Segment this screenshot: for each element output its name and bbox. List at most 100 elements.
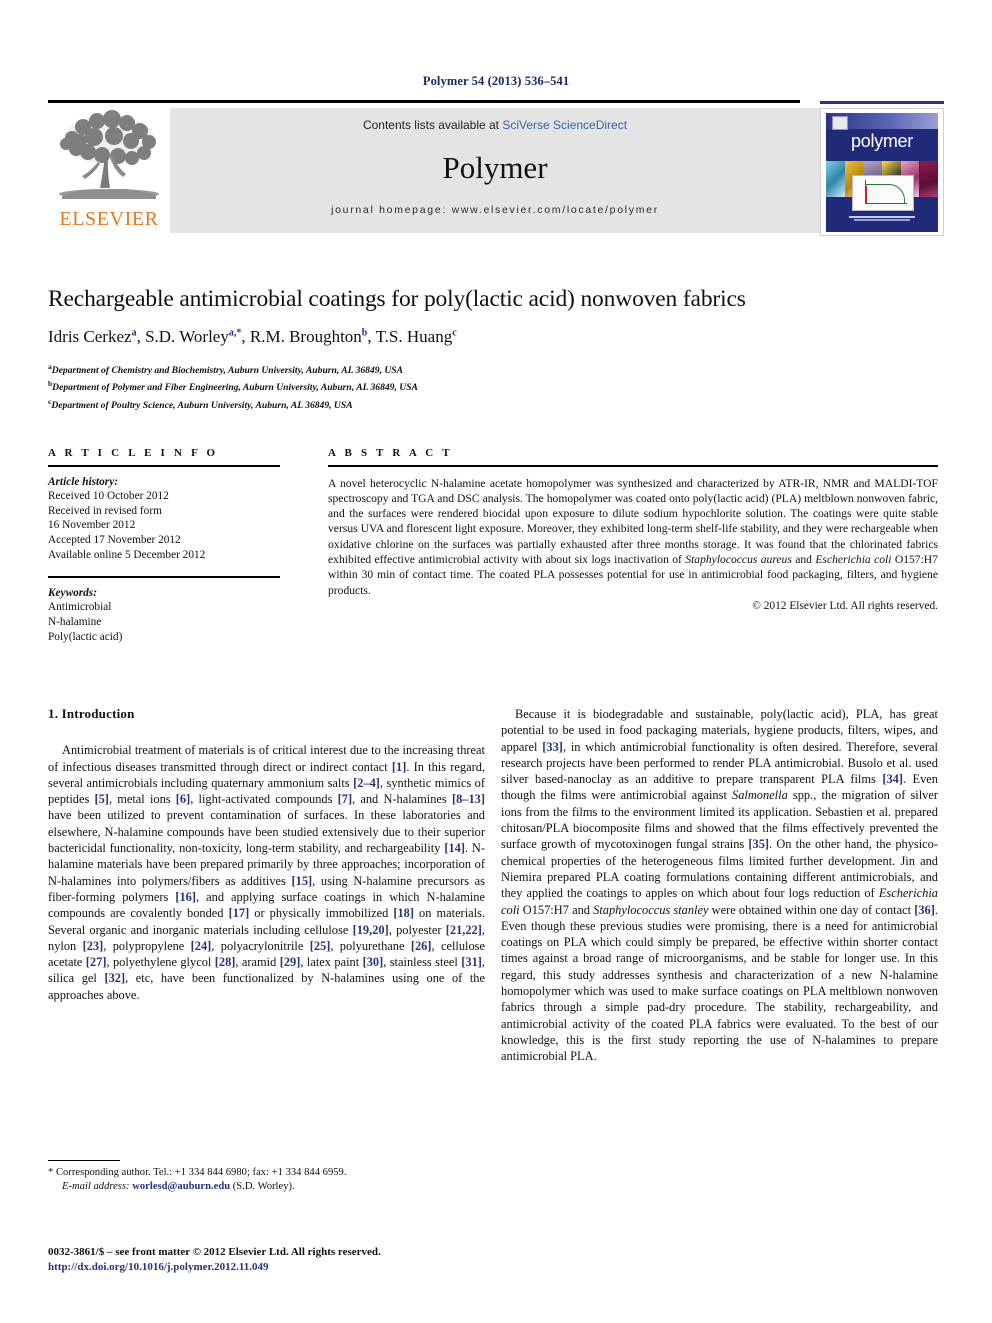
affiliation-item: bDepartment of Polymer and Fiber Enginee…	[48, 377, 938, 394]
abstract-column: A B S T R A C T A novel heterocyclic N-h…	[328, 447, 938, 612]
introduction-left-column: 1. Introduction Antimicrobial treatment …	[48, 706, 485, 1003]
citation-ref[interactable]: [35]	[748, 837, 769, 851]
author-affil-mark: a	[131, 327, 137, 339]
masthead-center-band: Contents lists available at SciVerse Sci…	[170, 108, 820, 233]
citation-ref[interactable]: [21,22]	[446, 923, 482, 937]
intro-text: , polyester	[388, 922, 446, 937]
citation-ref[interactable]: [23]	[83, 939, 104, 953]
keywords-divider	[48, 576, 280, 578]
species-name: Salmonella	[732, 788, 788, 803]
intro-text: . Even though these previous studies wer…	[501, 902, 938, 1064]
citation-ref[interactable]: [33]	[542, 740, 563, 754]
citation-ref[interactable]: [32]	[104, 971, 125, 985]
citation-ref[interactable]: [19,20]	[353, 923, 389, 937]
journal-homepage-line[interactable]: journal homepage: www.elsevier.com/locat…	[170, 204, 820, 216]
citation-ref[interactable]: [16]	[175, 890, 196, 904]
abstract-copyright: © 2012 Elsevier Ltd. All rights reserved…	[752, 599, 938, 612]
running-head: Polymer 54 (2013) 536–541	[422, 74, 570, 88]
intro-text: , polyacrylonitrile	[211, 938, 310, 953]
article-history-item: Received 10 October 2012	[48, 490, 169, 503]
email-link[interactable]: worlesd@auburn.edu	[132, 1181, 230, 1192]
article-history-label: Article history:	[48, 475, 118, 488]
affiliation-item: aDepartment of Chemistry and Biochemistr…	[48, 360, 938, 377]
author-name: S.D. Worley	[145, 327, 229, 346]
article-title: Rechargeable antimicrobial coatings for …	[48, 286, 746, 312]
intro-text: , and N-halamines	[352, 792, 452, 807]
keyword-item: Antimicrobial	[48, 601, 112, 614]
intro-text: , polypropylene	[103, 938, 191, 953]
affiliation-list: aDepartment of Chemistry and Biochemistr…	[48, 360, 938, 412]
intro-text: or physically immobilized	[249, 906, 394, 921]
footnote-contact-line: * Corresponding author. Tel.: +1 334 844…	[48, 1167, 347, 1178]
article-history-item: Accepted 17 November 2012	[48, 533, 181, 546]
citation-ref[interactable]: [29]	[280, 955, 301, 969]
intro-text: O157:H7 and	[519, 902, 594, 917]
article-info-divider	[48, 465, 280, 467]
citation-ref[interactable]: [14]	[444, 841, 465, 855]
abstract-heading: A B S T R A C T	[328, 447, 453, 459]
citation-ref[interactable]: [17]	[229, 906, 250, 920]
issn-copyright-line: 0032-3861/$ – see front matter © 2012 El…	[48, 1246, 381, 1258]
journal-cover-thumbnail: polymer	[820, 108, 944, 236]
cover-micrograph-1	[826, 161, 845, 197]
cover-publisher-icon	[832, 116, 848, 130]
citation-ref[interactable]: [18]	[393, 906, 414, 920]
citation-ref[interactable]: [36]	[914, 903, 935, 917]
citation-ref[interactable]: [30]	[363, 955, 384, 969]
elsevier-tree-icon	[59, 110, 159, 199]
introduction-right-column: Because it is biodegradable and sustaina…	[501, 706, 938, 1065]
author-affil-mark: a,*	[228, 327, 242, 339]
citation-ref[interactable]: [31]	[461, 955, 482, 969]
article-info-column: A R T I C L E I N F O Article history: R…	[48, 447, 280, 644]
cover-artwork: polymer	[826, 113, 938, 232]
species-name: Staphylococcus stanley	[593, 902, 709, 917]
citation-ref[interactable]: [2–4]	[353, 776, 380, 790]
intro-text: , metal ions	[108, 792, 176, 807]
author-affil-mark: b	[361, 327, 368, 339]
citation-ref[interactable]: [8–13]	[452, 792, 485, 806]
intro-text: , stainless steel	[383, 955, 462, 970]
affiliation-item: cDepartment of Poultry Science, Auburn U…	[48, 395, 938, 412]
abstract-divider	[328, 465, 938, 467]
masthead-top-rule-accent	[820, 101, 944, 104]
citation-ref[interactable]: [28]	[215, 955, 236, 969]
abstract-species-2: Escherichia coli	[815, 553, 892, 567]
citation-ref[interactable]: [34]	[882, 772, 903, 786]
footnote-rule	[48, 1160, 120, 1162]
citation-ref[interactable]: [1]	[392, 760, 406, 774]
introduction-heading: 1. Introduction	[48, 706, 135, 721]
citation-ref[interactable]: [6]	[176, 792, 190, 806]
masthead-top-rule	[48, 100, 800, 103]
journal-masthead: ELSEVIER Contents lists available at Sci…	[48, 108, 944, 236]
keywords-block: Keywords: Antimicrobial N-halamine Poly(…	[48, 586, 280, 644]
doi-link[interactable]: http://dx.doi.org/10.1016/j.polymer.2012…	[48, 1260, 548, 1275]
article-history-item: 16 November 2012	[48, 519, 136, 532]
intro-text: , polyurethane	[330, 938, 411, 953]
cover-inset-chart	[852, 175, 914, 211]
article-history-block: Article history: Received 10 October 201…	[48, 475, 280, 563]
citation-ref[interactable]: [24]	[191, 939, 212, 953]
contents-prefix: Contents lists available at	[362, 118, 503, 132]
citation-ref[interactable]: [26]	[411, 939, 432, 953]
sciencedirect-link[interactable]: SciVerse ScienceDirect	[502, 118, 627, 132]
keyword-item: N-halamine	[48, 615, 102, 628]
cover-micrograph-6	[919, 161, 938, 197]
author-name: Idris Cerkez	[48, 327, 132, 346]
citation-ref[interactable]: [5]	[94, 792, 108, 806]
contents-available-line: Contents lists available at SciVerse Sci…	[170, 118, 820, 132]
author-affil-mark: c	[452, 327, 457, 339]
citation-ref[interactable]: [27]	[86, 955, 107, 969]
footnote-email-line: E-mail address: worlesd@auburn.edu (S.D.…	[48, 1180, 485, 1194]
email-label: E-mail address:	[62, 1181, 130, 1192]
article-history-item: Available online 5 December 2012	[48, 548, 206, 561]
keyword-item: Poly(lactic acid)	[48, 630, 123, 643]
affiliation-text: Department of Chemistry and Biochemistry…	[51, 365, 404, 377]
author-name: T.S. Huang	[375, 327, 453, 346]
citation-ref[interactable]: [15]	[292, 874, 313, 888]
elsevier-wordmark: ELSEVIER	[59, 208, 159, 230]
author-list: Idris Cerkeza, S.D. Worleya,*, R.M. Brou…	[48, 327, 457, 346]
abstract-part-2: and	[791, 553, 816, 567]
citation-ref[interactable]: [7]	[338, 792, 352, 806]
keywords-label: Keywords:	[48, 586, 97, 599]
citation-ref[interactable]: [25]	[310, 939, 331, 953]
